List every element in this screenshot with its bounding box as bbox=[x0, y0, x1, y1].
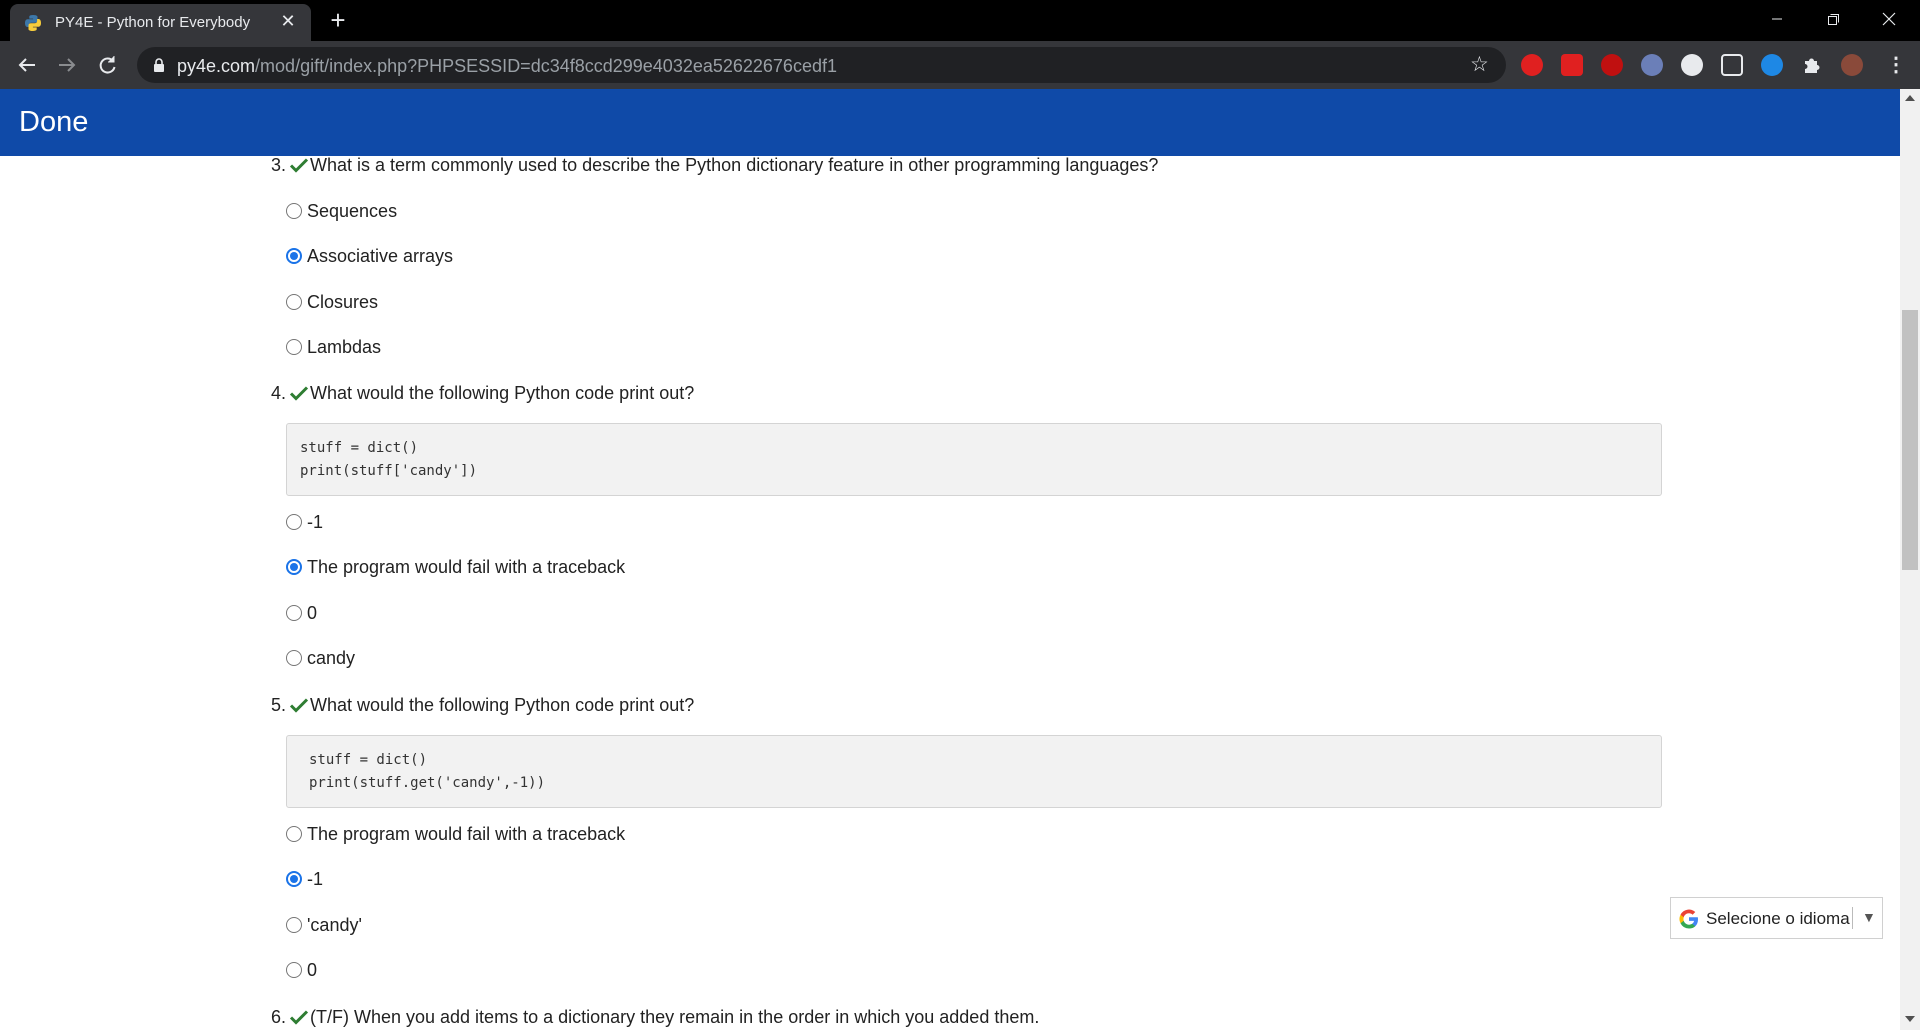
video-extension-icon[interactable] bbox=[1561, 54, 1583, 76]
vertical-scrollbar[interactable] bbox=[1900, 89, 1920, 1030]
back-arrow-icon[interactable] bbox=[13, 51, 41, 79]
lastpass-extension-icon[interactable] bbox=[1601, 54, 1623, 76]
sound-extension-icon[interactable] bbox=[1761, 54, 1783, 76]
radio-button[interactable] bbox=[286, 339, 302, 355]
option-label: -1 bbox=[307, 869, 324, 889]
page-viewport: Done 3. What is a term commonly used to d… bbox=[0, 89, 1900, 1030]
new-tab-icon[interactable]: + bbox=[324, 7, 352, 35]
question-6: 6. (T/F) When you add items to a dictiona… bbox=[264, 1007, 1039, 1028]
lock-icon bbox=[154, 58, 164, 72]
translate-language-select[interactable]: Selecione o idioma ▼ bbox=[1670, 897, 1883, 939]
extensions-puzzle-icon[interactable] bbox=[1801, 54, 1823, 76]
radio-button-selected[interactable] bbox=[286, 559, 302, 575]
minimize-icon[interactable] bbox=[1754, 0, 1800, 40]
restore-icon[interactable] bbox=[1810, 0, 1856, 40]
glasses-extension-icon[interactable] bbox=[1721, 54, 1743, 76]
scrollbar-thumb[interactable] bbox=[1902, 310, 1918, 570]
option-label: Lambdas bbox=[307, 337, 382, 357]
question-5: 5. What would the following Python code p… bbox=[264, 695, 694, 716]
question-number: 3. bbox=[270, 155, 286, 175]
question-3: 3. What is a term commonly used to descri… bbox=[264, 155, 1158, 176]
radio-button[interactable] bbox=[286, 605, 302, 621]
question-number: 4. bbox=[270, 383, 286, 403]
option-label: -1 bbox=[307, 512, 324, 532]
profile-avatar[interactable] bbox=[1841, 54, 1863, 76]
radio-button[interactable] bbox=[286, 962, 302, 978]
address-bar[interactable]: py4e.com/mod/gift/index.php?PHPSESSID=dc… bbox=[137, 47, 1506, 83]
question-text: (T/F) When you add items to a dictionary… bbox=[310, 1007, 1040, 1027]
question-text: What would the following Python code pri… bbox=[310, 695, 695, 715]
browser-menu-icon[interactable]: ⋮ bbox=[1884, 53, 1908, 77]
code-line: print(stuff['candy']) bbox=[300, 463, 478, 479]
radio-button[interactable] bbox=[286, 203, 302, 219]
window-close-icon[interactable] bbox=[1866, 0, 1912, 40]
adblock-extension-icon[interactable] bbox=[1521, 54, 1543, 76]
option-label: candy bbox=[307, 648, 356, 668]
option-label: Sequences bbox=[307, 201, 398, 221]
check-icon bbox=[289, 1010, 309, 1025]
code-block: stuff = dict() print(stuff['candy']) bbox=[286, 423, 1662, 496]
question-number: 6. bbox=[270, 1007, 286, 1027]
option-label: 0 bbox=[307, 603, 318, 623]
radio-button[interactable] bbox=[286, 917, 302, 933]
tab-strip: PY4E - Python for Everybody ✕ + bbox=[0, 0, 1920, 41]
python-logo-icon bbox=[25, 15, 41, 31]
forward-arrow-icon[interactable] bbox=[53, 51, 81, 79]
option-label: Closures bbox=[307, 292, 379, 312]
translate-label: Selecione o idioma bbox=[1706, 909, 1850, 928]
check-icon bbox=[289, 698, 309, 713]
check-icon bbox=[289, 386, 309, 401]
radio-button[interactable] bbox=[286, 650, 302, 666]
code-line: print(stuff.get('candy',-1)) bbox=[309, 775, 546, 791]
navbar-brand[interactable]: Done bbox=[19, 106, 88, 139]
divider bbox=[1852, 907, 1853, 929]
question-text: What is a term commonly used to describe… bbox=[310, 155, 1159, 175]
close-icon[interactable]: ✕ bbox=[277, 10, 299, 32]
code-line: stuff = dict() bbox=[309, 752, 428, 768]
option-label: The program would fail with a traceback bbox=[307, 824, 626, 844]
browser-tab[interactable]: PY4E - Python for Everybody ✕ bbox=[10, 4, 311, 41]
check-icon bbox=[289, 158, 309, 173]
url-text: py4e.com/mod/gift/index.php?PHPSESSID=dc… bbox=[177, 56, 837, 76]
question-text: What would the following Python code pri… bbox=[310, 383, 695, 403]
scroll-up-arrow-icon[interactable] bbox=[1905, 95, 1915, 101]
owl-extension-icon[interactable] bbox=[1641, 54, 1663, 76]
add-extension-icon[interactable] bbox=[1681, 54, 1703, 76]
browser-toolbar: py4e.com/mod/gift/index.php?PHPSESSID=dc… bbox=[0, 41, 1920, 89]
option-label: Associative arrays bbox=[307, 246, 454, 266]
scroll-down-arrow-icon[interactable] bbox=[1905, 1016, 1915, 1022]
radio-button[interactable] bbox=[286, 826, 302, 842]
option-label: 'candy' bbox=[307, 915, 362, 935]
option-label: 0 bbox=[307, 960, 318, 980]
site-navbar: Done bbox=[0, 89, 1900, 156]
bookmark-star-icon[interactable]: ☆ bbox=[1470, 54, 1492, 76]
radio-button-selected[interactable] bbox=[286, 871, 302, 887]
google-g-icon bbox=[1679, 909, 1698, 929]
question-4: 4. What would the following Python code p… bbox=[264, 383, 694, 404]
reload-icon[interactable] bbox=[93, 51, 121, 79]
option-label: The program would fail with a traceback bbox=[307, 557, 626, 577]
code-block: stuff = dict() print(stuff.get('candy',-… bbox=[286, 735, 1662, 808]
radio-button-selected[interactable] bbox=[286, 248, 302, 264]
code-line: stuff = dict() bbox=[300, 440, 419, 456]
question-number: 5. bbox=[270, 695, 286, 715]
dropdown-arrow-icon[interactable]: ▼ bbox=[1862, 909, 1876, 925]
radio-button[interactable] bbox=[286, 514, 302, 530]
radio-button[interactable] bbox=[286, 294, 302, 310]
tab-title: PY4E - Python for Everybody bbox=[55, 14, 251, 31]
